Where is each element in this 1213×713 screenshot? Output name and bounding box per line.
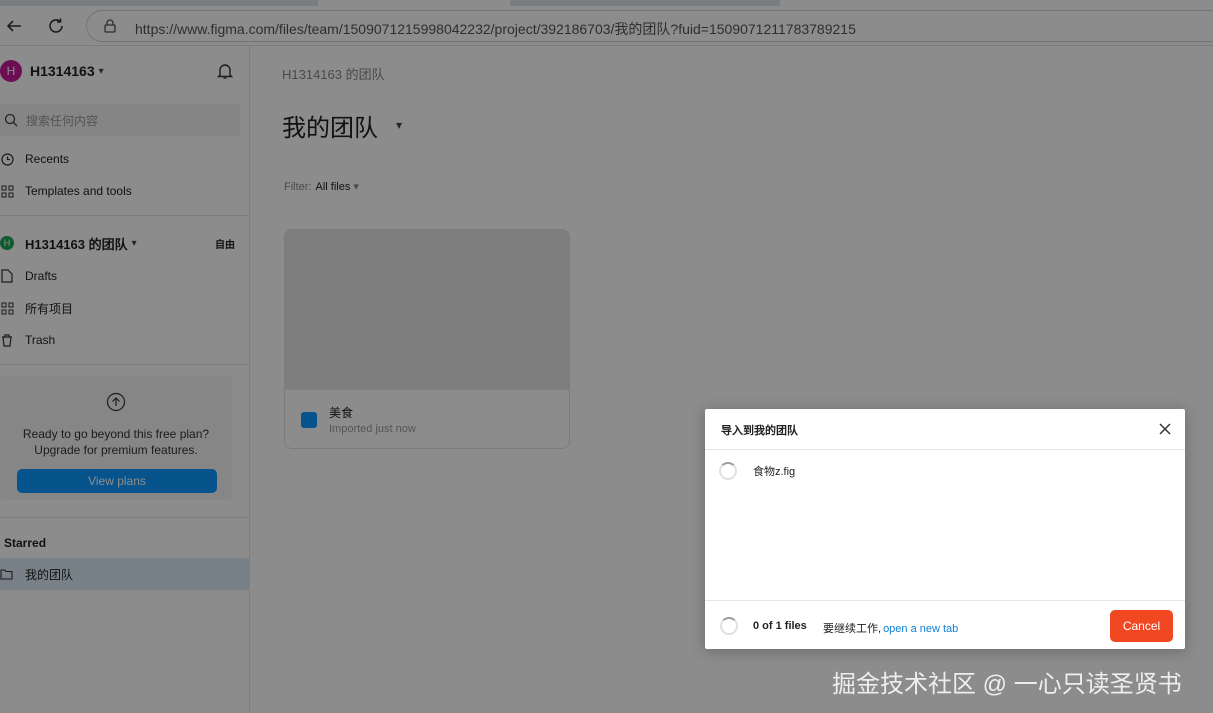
loading-spinner-icon — [720, 617, 738, 635]
watermark: 掘金技术社区 @ 一心只读圣贤书 — [832, 671, 1182, 698]
loading-spinner-icon — [719, 462, 737, 480]
import-file-row: 食物z.fig — [719, 461, 795, 481]
open-new-tab-link[interactable]: open a new tab — [883, 623, 958, 635]
cancel-button[interactable]: Cancel — [1110, 610, 1173, 642]
dialog-footer: 0 of 1 files 要继续工作, open a new tab Cancel — [705, 600, 1185, 649]
dialog-header: 导入到我的团队 — [705, 409, 1185, 450]
continue-prefix: 要继续工作, — [823, 623, 882, 635]
import-dialog: 导入到我的团队 食物z.fig 0 of 1 files 要继续工作, open … — [705, 409, 1185, 649]
close-icon[interactable] — [1157, 421, 1173, 437]
import-file-name: 食物z.fig — [753, 466, 796, 478]
import-progress: 0 of 1 files — [753, 620, 807, 632]
continue-hint: 要继续工作, open a new tab — [823, 620, 958, 636]
dialog-title: 导入到我的团队 — [721, 425, 798, 437]
